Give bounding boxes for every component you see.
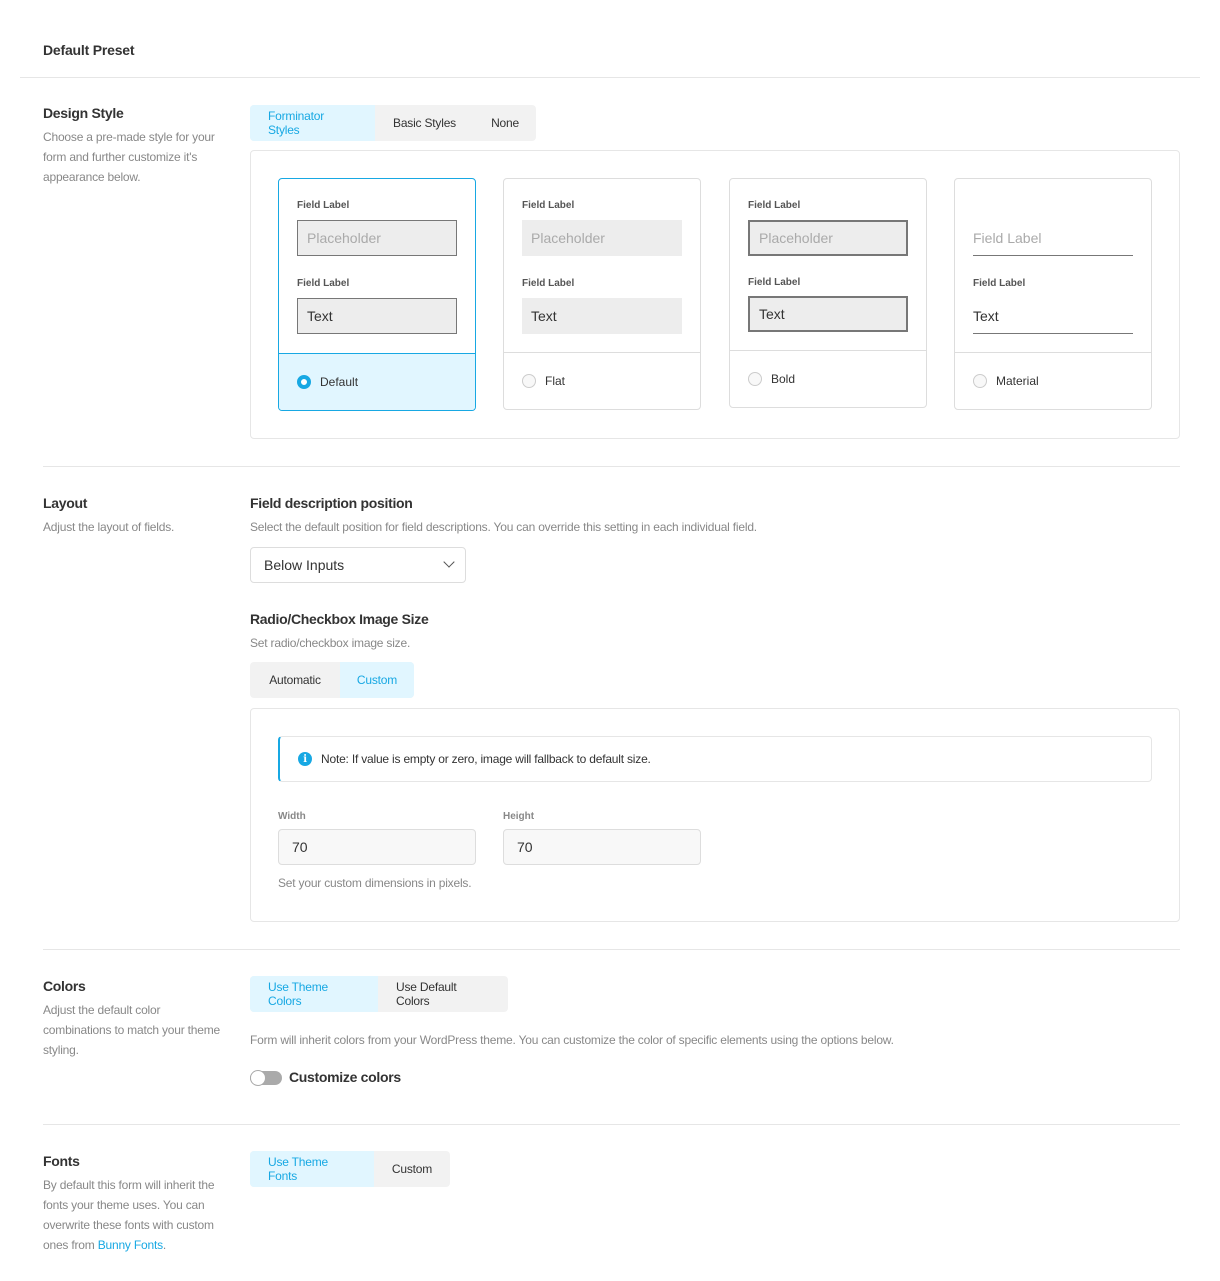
fonts-description: By default this form will inherit the fo… <box>43 1178 215 1252</box>
layout-description: Adjust the layout of fields. <box>43 520 175 534</box>
tab-forminator-styles[interactable]: Forminator Styles <box>250 105 375 141</box>
style-cards-box: Field Label Placeholder Field Label Text… <box>250 150 1180 439</box>
custom-size-box: i Note: If value is empty or zero, image… <box>250 708 1180 922</box>
radio-selected-icon[interactable] <box>297 375 311 389</box>
customize-colors-toggle[interactable] <box>250 1070 282 1086</box>
card-placeholder-field: Placeholder <box>297 220 457 256</box>
card-text-field: Text <box>522 298 682 334</box>
card-footer: Bold <box>730 350 926 407</box>
dimensions-help: Set your custom dimensions in pixels. <box>278 876 472 890</box>
card-footer: Default <box>279 353 475 410</box>
tab-custom-fonts[interactable]: Custom <box>374 1151 450 1187</box>
design-style-description: Choose a pre-made style for your form an… <box>43 130 215 184</box>
tab-basic-styles[interactable]: Basic Styles <box>375 105 474 141</box>
card-field-label: Field Label <box>297 278 350 289</box>
card-text-field: Text <box>973 298 1133 334</box>
field-description-position-select[interactable]: Below Inputs <box>250 547 466 583</box>
layout-header: Layout Adjust the layout of fields. <box>43 495 223 537</box>
info-icon: i <box>298 752 312 766</box>
style-card-default[interactable]: Field Label Placeholder Field Label Text… <box>278 178 476 411</box>
image-size-title: Radio/Checkbox Image Size <box>250 611 429 627</box>
card-placeholder-field: Field Label <box>973 220 1133 256</box>
card-field-label: Field Label <box>748 200 801 211</box>
preset-header: Default Preset <box>20 28 1200 78</box>
fonts-tabs: Use Theme Fonts Custom <box>250 1151 450 1187</box>
design-style-title: Design Style <box>43 105 124 121</box>
card-text-field: Text <box>748 296 908 332</box>
section-divider <box>43 1124 1180 1125</box>
radio-unselected-icon[interactable] <box>748 372 762 386</box>
notice-text: Note: If value is empty or zero, image w… <box>321 752 651 766</box>
width-label: Width <box>278 811 306 822</box>
card-name: Material <box>996 374 1039 388</box>
card-field-label: Field Label <box>973 278 1026 289</box>
tab-automatic[interactable]: Automatic <box>250 662 340 698</box>
style-card-flat[interactable]: Field Label Placeholder Field Label Text… <box>503 178 701 410</box>
fonts-header: Fonts By default this form will inherit … <box>43 1153 223 1255</box>
section-divider <box>43 466 1180 467</box>
field-description-position-help: Select the default position for field de… <box>250 520 757 534</box>
card-text-field: Text <box>297 298 457 334</box>
bunny-fonts-link[interactable]: Bunny Fonts <box>98 1238 163 1252</box>
colors-title: Colors <box>43 978 86 994</box>
colors-header: Colors Adjust the default color combinat… <box>43 978 223 1060</box>
tab-use-default-colors[interactable]: Use Default Colors <box>378 976 508 1012</box>
height-label: Height <box>503 811 535 822</box>
card-field-label: Field Label <box>297 200 350 211</box>
height-input[interactable]: 70 <box>503 829 701 865</box>
radio-unselected-icon[interactable] <box>973 374 987 388</box>
fonts-section: Fonts By default this form will inherit … <box>43 1153 1180 1263</box>
image-size-help: Set radio/checkbox image size. <box>250 636 411 650</box>
colors-help: Form will inherit colors from your WordP… <box>250 1033 894 1047</box>
fonts-title: Fonts <box>43 1153 80 1169</box>
card-field-label: Field Label <box>522 200 575 211</box>
card-footer: Flat <box>504 352 700 409</box>
tab-use-theme-fonts[interactable]: Use Theme Fonts <box>250 1151 374 1187</box>
size-notice: i Note: If value is empty or zero, image… <box>278 736 1152 782</box>
card-placeholder-field: Placeholder <box>522 220 682 256</box>
design-style-tabs: Forminator Styles Basic Styles None <box>250 105 536 141</box>
style-card-material[interactable]: Field Label Field Label Text Material <box>954 178 1152 410</box>
toggle-knob <box>250 1070 266 1086</box>
section-divider <box>43 949 1180 950</box>
card-footer: Material <box>955 352 1151 409</box>
card-field-label: Field Label <box>748 277 801 288</box>
width-input[interactable]: 70 <box>278 829 476 865</box>
tab-custom[interactable]: Custom <box>340 662 414 698</box>
page-title: Default Preset <box>43 42 135 58</box>
colors-tabs: Use Theme Colors Use Default Colors <box>250 976 508 1012</box>
chevron-down-icon <box>443 556 455 568</box>
card-name: Flat <box>545 374 566 388</box>
colors-description: Adjust the default color combinations to… <box>43 1003 221 1057</box>
image-size-tabs: Automatic Custom <box>250 662 414 698</box>
select-value: Below Inputs <box>264 557 345 573</box>
radio-unselected-icon[interactable] <box>522 374 536 388</box>
card-placeholder-field: Placeholder <box>748 220 908 256</box>
card-field-label: Field Label <box>522 278 575 289</box>
tab-none[interactable]: None <box>474 105 536 141</box>
customize-colors-label: Customize colors <box>289 1069 401 1085</box>
tab-use-theme-colors[interactable]: Use Theme Colors <box>250 976 378 1012</box>
layout-title: Layout <box>43 495 88 511</box>
card-name: Bold <box>771 372 796 386</box>
field-description-position-title: Field description position <box>250 495 413 511</box>
style-card-bold[interactable]: Field Label Placeholder Field Label Text… <box>729 178 927 408</box>
card-name: Default <box>320 375 359 389</box>
design-style-header: Design Style Choose a pre-made style for… <box>43 105 223 187</box>
